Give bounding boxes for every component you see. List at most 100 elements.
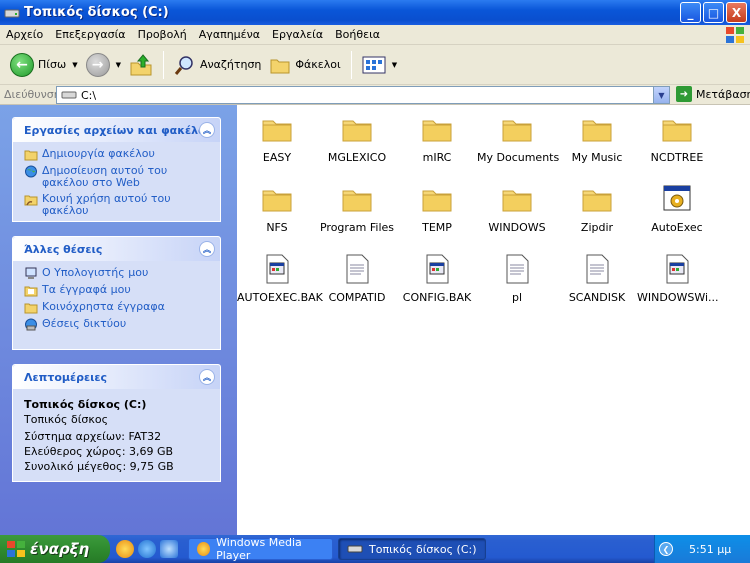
internet-explorer-icon[interactable] bbox=[138, 540, 156, 558]
place-network[interactable]: Θέσεις δικτύου bbox=[24, 318, 210, 331]
file-item[interactable]: AutoExec bbox=[637, 183, 717, 234]
toolbar-separator bbox=[162, 50, 164, 79]
file-item[interactable]: TEMP bbox=[397, 183, 477, 234]
views-dropdown-icon[interactable]: ▼ bbox=[392, 61, 397, 69]
back-dropdown-icon[interactable]: ▼ bbox=[72, 61, 77, 69]
file-item-label: pl bbox=[511, 291, 523, 304]
my-documents-icon bbox=[24, 286, 38, 297]
my-computer-icon bbox=[25, 267, 37, 279]
folder-icon bbox=[582, 190, 612, 212]
menu-file[interactable]: Αρχείο bbox=[0, 28, 49, 41]
file-item[interactable]: My Music bbox=[557, 113, 637, 164]
minimize-button[interactable]: _ bbox=[680, 2, 701, 23]
file-item[interactable]: WINDOWSWi... bbox=[637, 253, 719, 304]
place-my-computer[interactable]: Ο Υπολογιστής μου bbox=[24, 267, 210, 280]
quick-launch bbox=[116, 540, 178, 558]
file-tasks-header[interactable]: Εργασίες αρχείων και φακέλων ︽ bbox=[13, 118, 220, 142]
file-item[interactable]: My Documents bbox=[477, 113, 559, 164]
file-item[interactable]: EASY bbox=[237, 113, 317, 164]
folder-icon bbox=[262, 120, 292, 142]
text-file-icon bbox=[506, 254, 529, 284]
settings-file-icon bbox=[426, 254, 449, 284]
file-item[interactable]: NFS bbox=[237, 183, 317, 234]
taskbar-item-media-player[interactable]: Windows Media Player bbox=[188, 536, 333, 562]
go-button[interactable]: ➜ Μετάβαση bbox=[676, 86, 750, 102]
taskbar: έναρξη Windows Media Player Τοπικός δίσκ… bbox=[0, 535, 750, 563]
drive-icon bbox=[4, 9, 20, 17]
file-item[interactable]: Zipdir bbox=[557, 183, 637, 234]
program-icon bbox=[663, 185, 691, 211]
file-item-label: CONFIG.BAK bbox=[402, 291, 472, 304]
file-item[interactable]: CONFIG.BAK bbox=[397, 253, 477, 304]
title-bar: Τοπικός δίσκος (C:) _ □ X bbox=[0, 0, 750, 25]
collapse-chevron-icon[interactable]: ︽ bbox=[199, 122, 215, 138]
media-player-quick-icon[interactable] bbox=[116, 540, 134, 558]
tray-expand-icon[interactable]: ❮ bbox=[659, 542, 673, 556]
globe-icon bbox=[25, 165, 37, 178]
file-item[interactable]: AUTOEXEC.BAK bbox=[237, 253, 323, 304]
address-dropdown-icon[interactable]: ▼ bbox=[653, 87, 669, 103]
file-item[interactable]: WINDOWS bbox=[477, 183, 557, 234]
start-button[interactable]: έναρξη bbox=[0, 535, 110, 563]
details-total-size: Συνολικό μέγεθος: 9,75 GB bbox=[24, 460, 174, 473]
details-filesystem: Σύστημα αρχείων: FAT32 bbox=[24, 430, 162, 443]
details-name: Τοπικός δίσκος (C:) bbox=[24, 398, 147, 411]
taskbar-item-label: Τοπικός δίσκος (C:) bbox=[369, 542, 477, 556]
file-item-label: AUTOEXEC.BAK bbox=[237, 291, 323, 304]
details-header[interactable]: Λεπτομέρειες ︽ bbox=[13, 365, 220, 389]
menu-edit[interactable]: Επεξεργασία bbox=[49, 28, 131, 41]
network-places-icon bbox=[25, 318, 37, 331]
place-my-documents[interactable]: Τα έγγραφά μου bbox=[24, 284, 210, 297]
views-button[interactable]: ▼ bbox=[358, 49, 401, 81]
windows-logo-icon bbox=[7, 541, 25, 557]
close-button[interactable]: X bbox=[726, 2, 747, 23]
windows-logo-icon bbox=[726, 27, 744, 43]
file-item-label: NFS bbox=[266, 221, 288, 234]
file-item[interactable]: Program Files bbox=[317, 183, 397, 234]
folder-icon bbox=[662, 120, 692, 142]
collapse-chevron-icon[interactable]: ︽ bbox=[199, 369, 215, 385]
system-tray: ❮ 5:51 μμ bbox=[654, 535, 750, 563]
clock[interactable]: 5:51 μμ bbox=[689, 543, 731, 556]
menu-tools[interactable]: Εργαλεία bbox=[266, 28, 329, 41]
folder-icon bbox=[422, 120, 452, 142]
task-publish-web[interactable]: Δημοσίευση αυτού του φακέλου στο Web bbox=[24, 165, 210, 189]
file-item[interactable]: NCDTREE bbox=[637, 113, 717, 164]
file-item-label: COMPATID bbox=[328, 291, 386, 304]
settings-file-icon bbox=[666, 254, 689, 284]
address-input[interactable]: C:\ ▼ bbox=[56, 86, 670, 104]
menu-favorites[interactable]: Αγαπημένα bbox=[193, 28, 266, 41]
file-list: EASY MGLEXICO mIRC My Documents My Music NCDT… bbox=[237, 105, 750, 535]
file-item[interactable]: mIRC bbox=[397, 113, 477, 164]
file-item[interactable]: SCANDISK bbox=[557, 253, 637, 304]
forward-dropdown-icon[interactable]: ▼ bbox=[116, 61, 121, 69]
folders-button[interactable]: Φάκελοι bbox=[265, 49, 344, 81]
start-label: έναρξη bbox=[30, 540, 90, 558]
up-folder-button[interactable] bbox=[125, 49, 157, 81]
toolbar: ← Πίσω ▼ → ▼ Αναζήτηση Φάκελοι ▼ bbox=[0, 45, 750, 85]
file-item[interactable]: pl bbox=[477, 253, 557, 304]
window-title: Τοπικός δίσκος (C:) bbox=[24, 5, 169, 20]
folder-icon bbox=[342, 190, 372, 212]
collapse-chevron-icon[interactable]: ︽ bbox=[199, 241, 215, 257]
task-share-folder[interactable]: Κοινή χρήση αυτού του φακέλου bbox=[24, 193, 210, 217]
other-places-title: Άλλες θέσεις bbox=[24, 242, 103, 256]
menu-view[interactable]: Προβολή bbox=[132, 28, 193, 41]
file-item[interactable]: MGLEXICO bbox=[317, 113, 397, 164]
toolbar-separator bbox=[350, 50, 352, 79]
file-item[interactable]: COMPATID bbox=[317, 253, 397, 304]
maximize-button[interactable]: □ bbox=[703, 2, 724, 23]
search-label: Αναζήτηση bbox=[199, 58, 262, 71]
file-item-label: AutoExec bbox=[651, 221, 703, 234]
back-button[interactable]: ← Πίσω ▼ bbox=[6, 49, 82, 81]
menu-help[interactable]: Βοήθεια bbox=[329, 28, 386, 41]
show-desktop-icon[interactable] bbox=[160, 540, 178, 558]
place-shared-documents[interactable]: Κοινόχρηστα έγγραφα bbox=[24, 301, 210, 314]
taskbar-item-local-disk[interactable]: Τοπικός δίσκος (C:) bbox=[338, 538, 486, 560]
task-new-folder[interactable]: Δημιουργία φακέλου bbox=[24, 148, 210, 161]
other-places-header[interactable]: Άλλες θέσεις ︽ bbox=[13, 237, 220, 261]
search-button[interactable]: Αναζήτηση bbox=[170, 49, 265, 81]
forward-button[interactable]: → ▼ bbox=[82, 49, 125, 81]
views-icon bbox=[362, 56, 386, 73]
details-title: Λεπτομέρειες bbox=[24, 370, 108, 384]
